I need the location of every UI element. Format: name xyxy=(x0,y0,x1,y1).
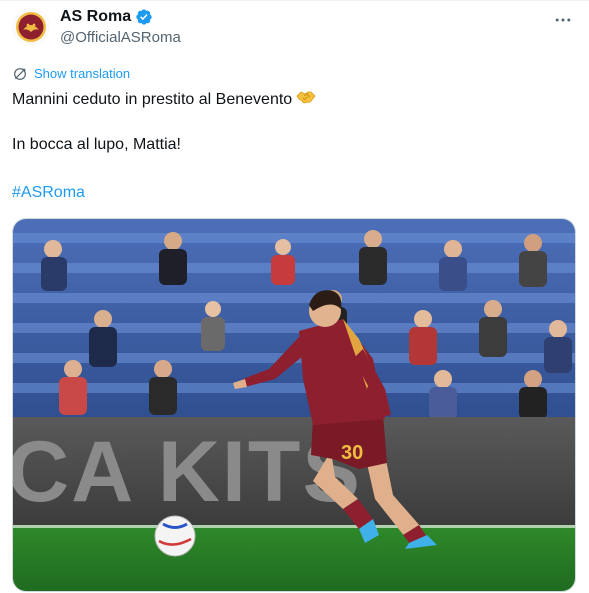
show-translation-link[interactable]: Show translation xyxy=(12,66,130,82)
pitch xyxy=(13,525,575,591)
author-handle[interactable]: @OfficialASRoma xyxy=(60,29,181,47)
football xyxy=(154,515,196,557)
translate-icon xyxy=(14,68,26,80)
more-dots-icon xyxy=(555,18,571,22)
tweet-card[interactable]: AS Roma @OfficialASRoma Show translation… xyxy=(0,0,589,593)
tweet-media-photo[interactable]: CA KITS 30 xyxy=(12,218,576,592)
author-avatar[interactable] xyxy=(12,8,50,46)
tweet-line-3: #ASRoma xyxy=(12,182,85,204)
handshake-icon xyxy=(296,88,316,113)
tweet-line-2: In bocca al lupo, Mattia! xyxy=(12,136,181,153)
show-translation-label[interactable]: Show translation xyxy=(34,66,130,82)
football-player-photo: CA KITS 30 xyxy=(13,219,575,591)
as-roma-crest-icon xyxy=(12,8,50,46)
author-name-row[interactable]: AS Roma xyxy=(60,7,153,27)
tweet-line-1-text: Mannini ceduto in prestito al Benevento xyxy=(12,91,293,108)
author-display-name[interactable]: AS Roma xyxy=(60,7,131,27)
shirt-number: 30 xyxy=(341,442,363,464)
divider xyxy=(0,0,589,1)
verified-badge-icon xyxy=(135,8,153,26)
advertising-board-text: CA KITS xyxy=(13,424,362,520)
tweet-line-1: Mannini ceduto in prestito al Benevento xyxy=(12,88,316,113)
hashtag-link[interactable]: #ASRoma xyxy=(12,184,85,201)
more-options-button[interactable] xyxy=(551,8,575,32)
